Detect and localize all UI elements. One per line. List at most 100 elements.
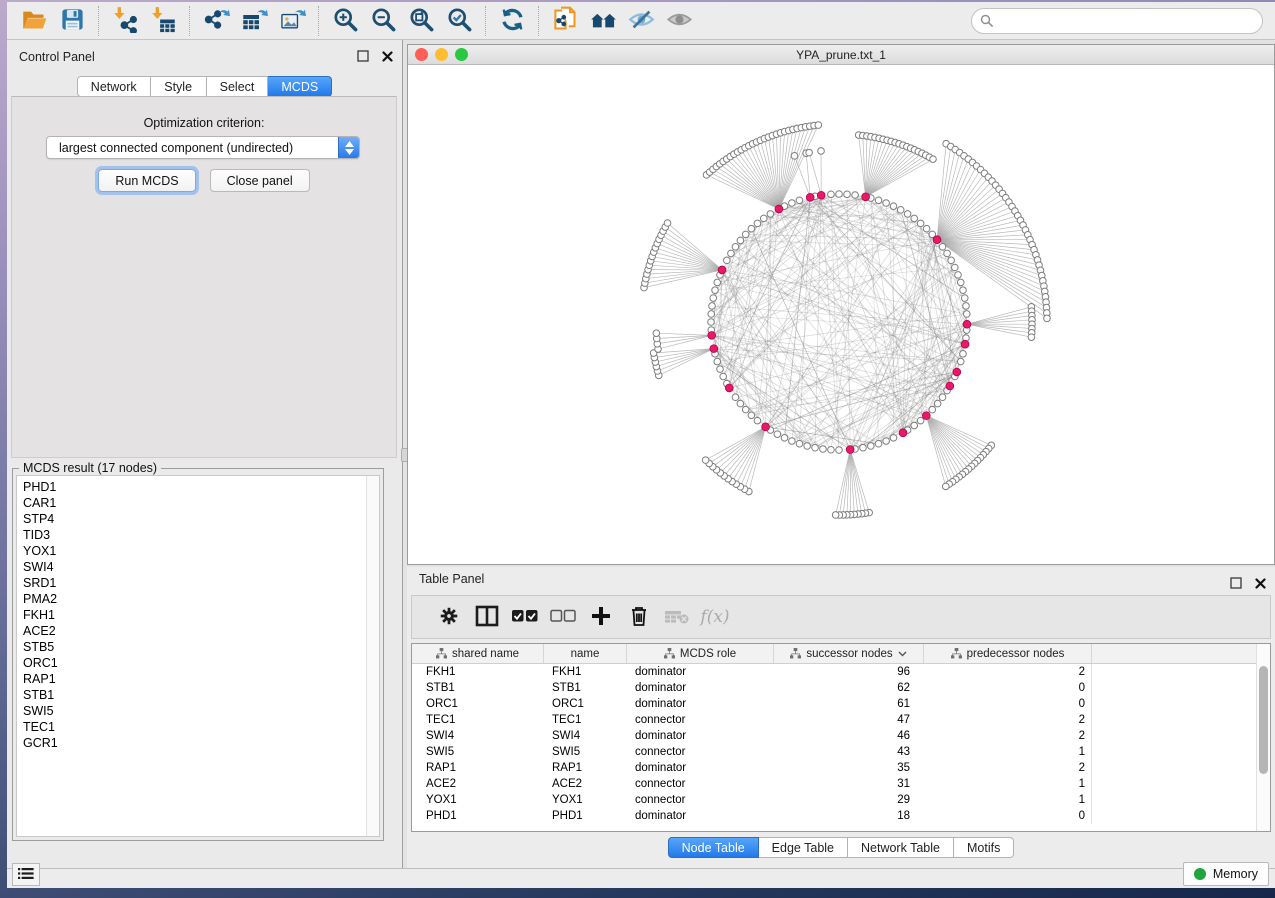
table-row[interactable]: ACE2ACE2connector311 bbox=[412, 776, 1256, 792]
mcds-result-item[interactable]: SRD1 bbox=[23, 575, 365, 591]
tab-motifs[interactable]: Motifs bbox=[954, 837, 1014, 858]
column-header-shared-name[interactable]: shared name bbox=[412, 644, 544, 663]
zoom-selected-button[interactable] bbox=[440, 5, 478, 37]
tab-style[interactable]: Style bbox=[151, 76, 207, 97]
table-row[interactable]: RAP1RAP1dominator352 bbox=[412, 760, 1256, 776]
import-network-button[interactable] bbox=[106, 5, 144, 37]
run-mcds-button[interactable]: Run MCDS bbox=[98, 169, 195, 192]
tab-network[interactable]: Network bbox=[77, 76, 151, 97]
deselect-all-button[interactable] bbox=[544, 600, 582, 634]
mcds-result-item[interactable]: FKH1 bbox=[23, 607, 365, 623]
save-session-button[interactable] bbox=[53, 5, 91, 37]
search-input[interactable] bbox=[971, 8, 1263, 34]
mcds-result-item[interactable]: ORC1 bbox=[23, 655, 365, 671]
float-table-panel-button[interactable] bbox=[1229, 576, 1243, 590]
tab-network-table[interactable]: Network Table bbox=[848, 837, 954, 858]
show-panels-menu-button[interactable] bbox=[12, 863, 40, 886]
mcds-result-item[interactable]: ACE2 bbox=[23, 623, 365, 639]
export-network-button[interactable] bbox=[197, 5, 235, 37]
table-cell: ACE2 bbox=[544, 776, 627, 792]
close-panel-icon-button[interactable] bbox=[380, 49, 394, 63]
network-canvas[interactable] bbox=[408, 65, 1274, 564]
split-panel-button[interactable] bbox=[468, 600, 506, 634]
table-cell: FKH1 bbox=[544, 664, 627, 680]
table-cell: ACE2 bbox=[412, 776, 544, 792]
table-scrollbar-thumb[interactable] bbox=[1259, 666, 1268, 774]
show-all-button[interactable] bbox=[660, 5, 698, 37]
first-neighbors-button[interactable] bbox=[584, 5, 622, 37]
mcds-result-item[interactable]: TEC1 bbox=[23, 719, 365, 735]
table-cell: connector bbox=[627, 712, 774, 728]
table-row[interactable]: TEC1TEC1connector472 bbox=[412, 712, 1256, 728]
table-cell: SWI5 bbox=[544, 744, 627, 760]
float-panel-button[interactable] bbox=[356, 49, 370, 63]
column-header-predecessor-nodes[interactable]: predecessor nodes bbox=[924, 644, 1092, 663]
mcds-result-scrollbar[interactable] bbox=[366, 476, 379, 836]
mcds-result-item[interactable]: SWI5 bbox=[23, 703, 365, 719]
zoom-fit-icon bbox=[408, 6, 435, 36]
mcds-result-item[interactable]: SWI4 bbox=[23, 559, 365, 575]
table-cell: dominator bbox=[627, 760, 774, 776]
mcds-result-item[interactable]: STB1 bbox=[23, 687, 365, 703]
table-cell: 2 bbox=[924, 760, 1092, 776]
refresh-layout-button[interactable] bbox=[493, 5, 531, 37]
table-row[interactable]: ORC1ORC1dominator610 bbox=[412, 696, 1256, 712]
close-panel-button[interactable]: Close panel bbox=[210, 169, 310, 192]
add-column-button[interactable] bbox=[582, 600, 620, 634]
toolbar-separator bbox=[189, 6, 190, 36]
hide-selected-button[interactable] bbox=[622, 5, 660, 37]
table-row[interactable]: SWI5SWI5connector431 bbox=[412, 744, 1256, 760]
mcds-result-item[interactable]: PMA2 bbox=[23, 591, 365, 607]
tab-node-table[interactable]: Node Table bbox=[668, 837, 759, 858]
column-settings-button[interactable] bbox=[430, 600, 468, 634]
table-cell: dominator bbox=[627, 680, 774, 696]
table-cell: 0 bbox=[924, 696, 1092, 712]
mcds-result-item[interactable]: PHD1 bbox=[23, 479, 365, 495]
mcds-result-item[interactable]: CAR1 bbox=[23, 495, 365, 511]
table-cell: 1 bbox=[924, 792, 1092, 808]
table-scrollbar[interactable] bbox=[1256, 644, 1270, 831]
table-row[interactable]: YOX1YOX1connector291 bbox=[412, 792, 1256, 808]
network-view-window: YPA_prune.txt_1 bbox=[407, 44, 1275, 565]
table-row[interactable]: PHD1PHD1dominator180 bbox=[412, 808, 1256, 824]
unchecked-boxes-icon bbox=[550, 609, 576, 626]
save-floppy-icon bbox=[59, 6, 86, 36]
clone-network-button[interactable] bbox=[546, 5, 584, 37]
table-row[interactable]: FKH1FKH1dominator962 bbox=[412, 664, 1256, 680]
delete-column-button[interactable] bbox=[620, 600, 658, 634]
column-header-mcds-role[interactable]: MCDS role bbox=[627, 644, 774, 663]
column-header-successor-nodes[interactable]: successor nodes bbox=[774, 644, 924, 663]
mcds-result-item[interactable]: GCR1 bbox=[23, 735, 365, 751]
export-table-button[interactable] bbox=[235, 5, 273, 37]
select-all-button[interactable] bbox=[506, 600, 544, 634]
export-image-button[interactable] bbox=[273, 5, 311, 37]
zoom-in-button[interactable] bbox=[326, 5, 364, 37]
mcds-result-item[interactable]: RAP1 bbox=[23, 671, 365, 687]
mcds-result-item[interactable]: STP4 bbox=[23, 511, 365, 527]
import-table-button[interactable] bbox=[144, 5, 182, 37]
tab-mcds[interactable]: MCDS bbox=[268, 76, 332, 97]
sort-desc-icon bbox=[898, 651, 907, 657]
column-header-name[interactable]: name bbox=[544, 644, 627, 663]
zoom-fit-button[interactable] bbox=[402, 5, 440, 37]
close-table-panel-button[interactable] bbox=[1253, 576, 1267, 590]
mcds-result-item[interactable]: STB5 bbox=[23, 639, 365, 655]
table-row[interactable]: SWI4SWI4dominator462 bbox=[412, 728, 1256, 744]
export-table-icon bbox=[241, 6, 268, 36]
tab-select[interactable]: Select bbox=[207, 76, 269, 97]
table-cell: STB1 bbox=[544, 680, 627, 696]
zoom-out-button[interactable] bbox=[364, 5, 402, 37]
table-cell: connector bbox=[627, 744, 774, 760]
table-cell: ORC1 bbox=[544, 696, 627, 712]
mcds-result-item[interactable]: TID3 bbox=[23, 527, 365, 543]
open-file-button[interactable] bbox=[15, 5, 53, 37]
network-window-titlebar[interactable]: YPA_prune.txt_1 bbox=[408, 45, 1274, 65]
memory-button[interactable]: Memory bbox=[1183, 862, 1269, 886]
eye-slash-icon bbox=[628, 6, 655, 36]
mcds-result-item[interactable]: YOX1 bbox=[23, 543, 365, 559]
table-row[interactable]: STB1STB1dominator620 bbox=[412, 680, 1256, 696]
optimization-criterion-select[interactable]: largest connected component (undirected) bbox=[46, 136, 360, 159]
table-panel: Table Panel f(x) shared name name M bbox=[407, 567, 1275, 868]
tab-edge-table[interactable]: Edge Table bbox=[759, 837, 848, 858]
search-box bbox=[971, 8, 1263, 34]
